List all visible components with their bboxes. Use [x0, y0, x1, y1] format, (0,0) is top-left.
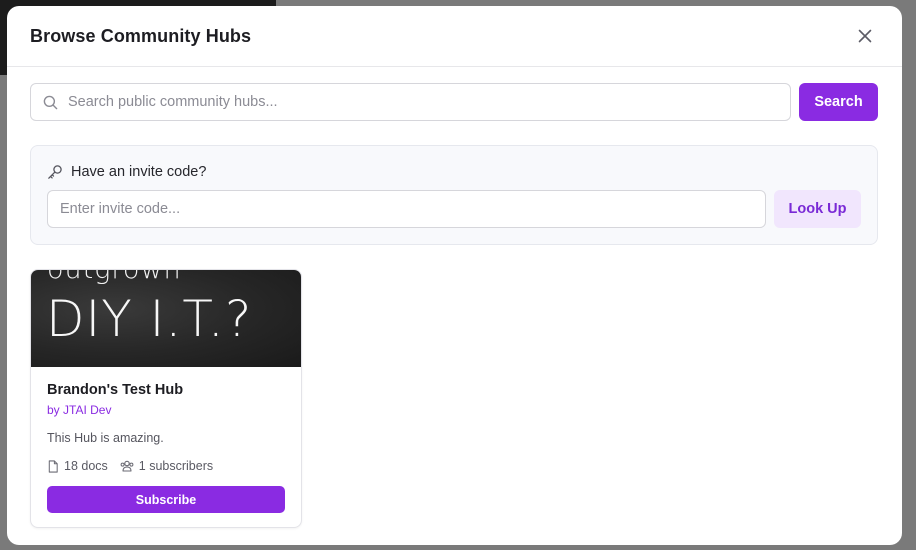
- browse-hubs-modal: Browse Community Hubs Search Have an inv…: [7, 6, 902, 545]
- modal-title: Browse Community Hubs: [30, 25, 252, 46]
- search-input[interactable]: [68, 94, 790, 110]
- hub-stats: 18 docs 1 subscribers: [47, 459, 285, 473]
- invite-code-panel: Have an invite code? Look Up: [30, 145, 878, 245]
- search-row: Search: [30, 83, 878, 121]
- document-icon: [48, 459, 58, 473]
- invite-label-row: Have an invite code?: [47, 164, 206, 180]
- look-up-button[interactable]: Look Up: [774, 190, 861, 228]
- subscribe-button[interactable]: Subscribe: [47, 486, 285, 513]
- hub-description: This Hub is amazing.: [47, 431, 164, 445]
- invite-code-input[interactable]: [47, 190, 766, 228]
- key-icon: [48, 165, 62, 179]
- banner-text-main: DIY I.T.?: [46, 290, 253, 348]
- invite-label: Have an invite code?: [71, 164, 207, 180]
- close-icon: [858, 29, 872, 43]
- docs-stat: 18 docs: [47, 459, 108, 473]
- hub-name: Brandon's Test Hub: [47, 382, 184, 398]
- hub-author: by JTAI Dev: [47, 403, 112, 417]
- hub-card[interactable]: outgrown DIY I.T.? Brandon's Test Hub by…: [30, 269, 302, 528]
- search-button[interactable]: Search: [799, 83, 878, 121]
- banner-text-top: outgrown: [47, 270, 182, 285]
- hub-banner-image: outgrown DIY I.T.?: [31, 270, 301, 367]
- modal-header: Browse Community Hubs: [7, 6, 902, 67]
- search-icon: [43, 95, 58, 109]
- docs-count: 18 docs: [64, 459, 108, 473]
- search-box: [30, 83, 791, 121]
- users-icon: [120, 460, 134, 472]
- close-button[interactable]: [852, 23, 878, 49]
- subscribers-count: 1 subscribers: [138, 459, 214, 473]
- subscribers-stat: 1 subscribers: [120, 459, 213, 473]
- hub-card-body: Brandon's Test Hub by JTAI Dev This Hub …: [31, 367, 301, 513]
